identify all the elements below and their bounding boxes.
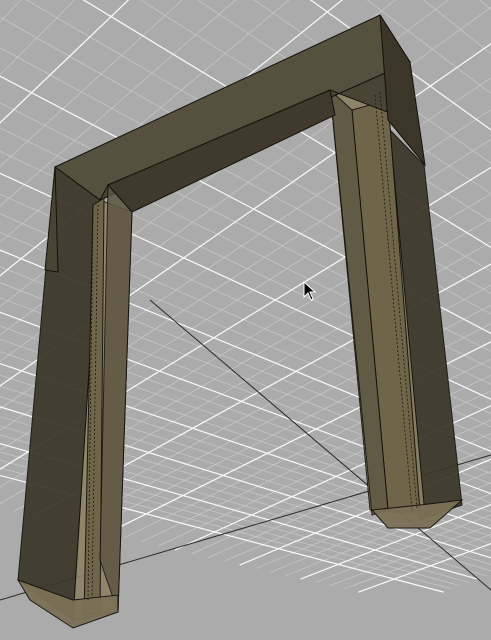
3d-viewport[interactable] [0, 0, 491, 640]
arrow-pointer-icon [303, 281, 317, 301]
scene-canvas[interactable] [0, 0, 491, 640]
